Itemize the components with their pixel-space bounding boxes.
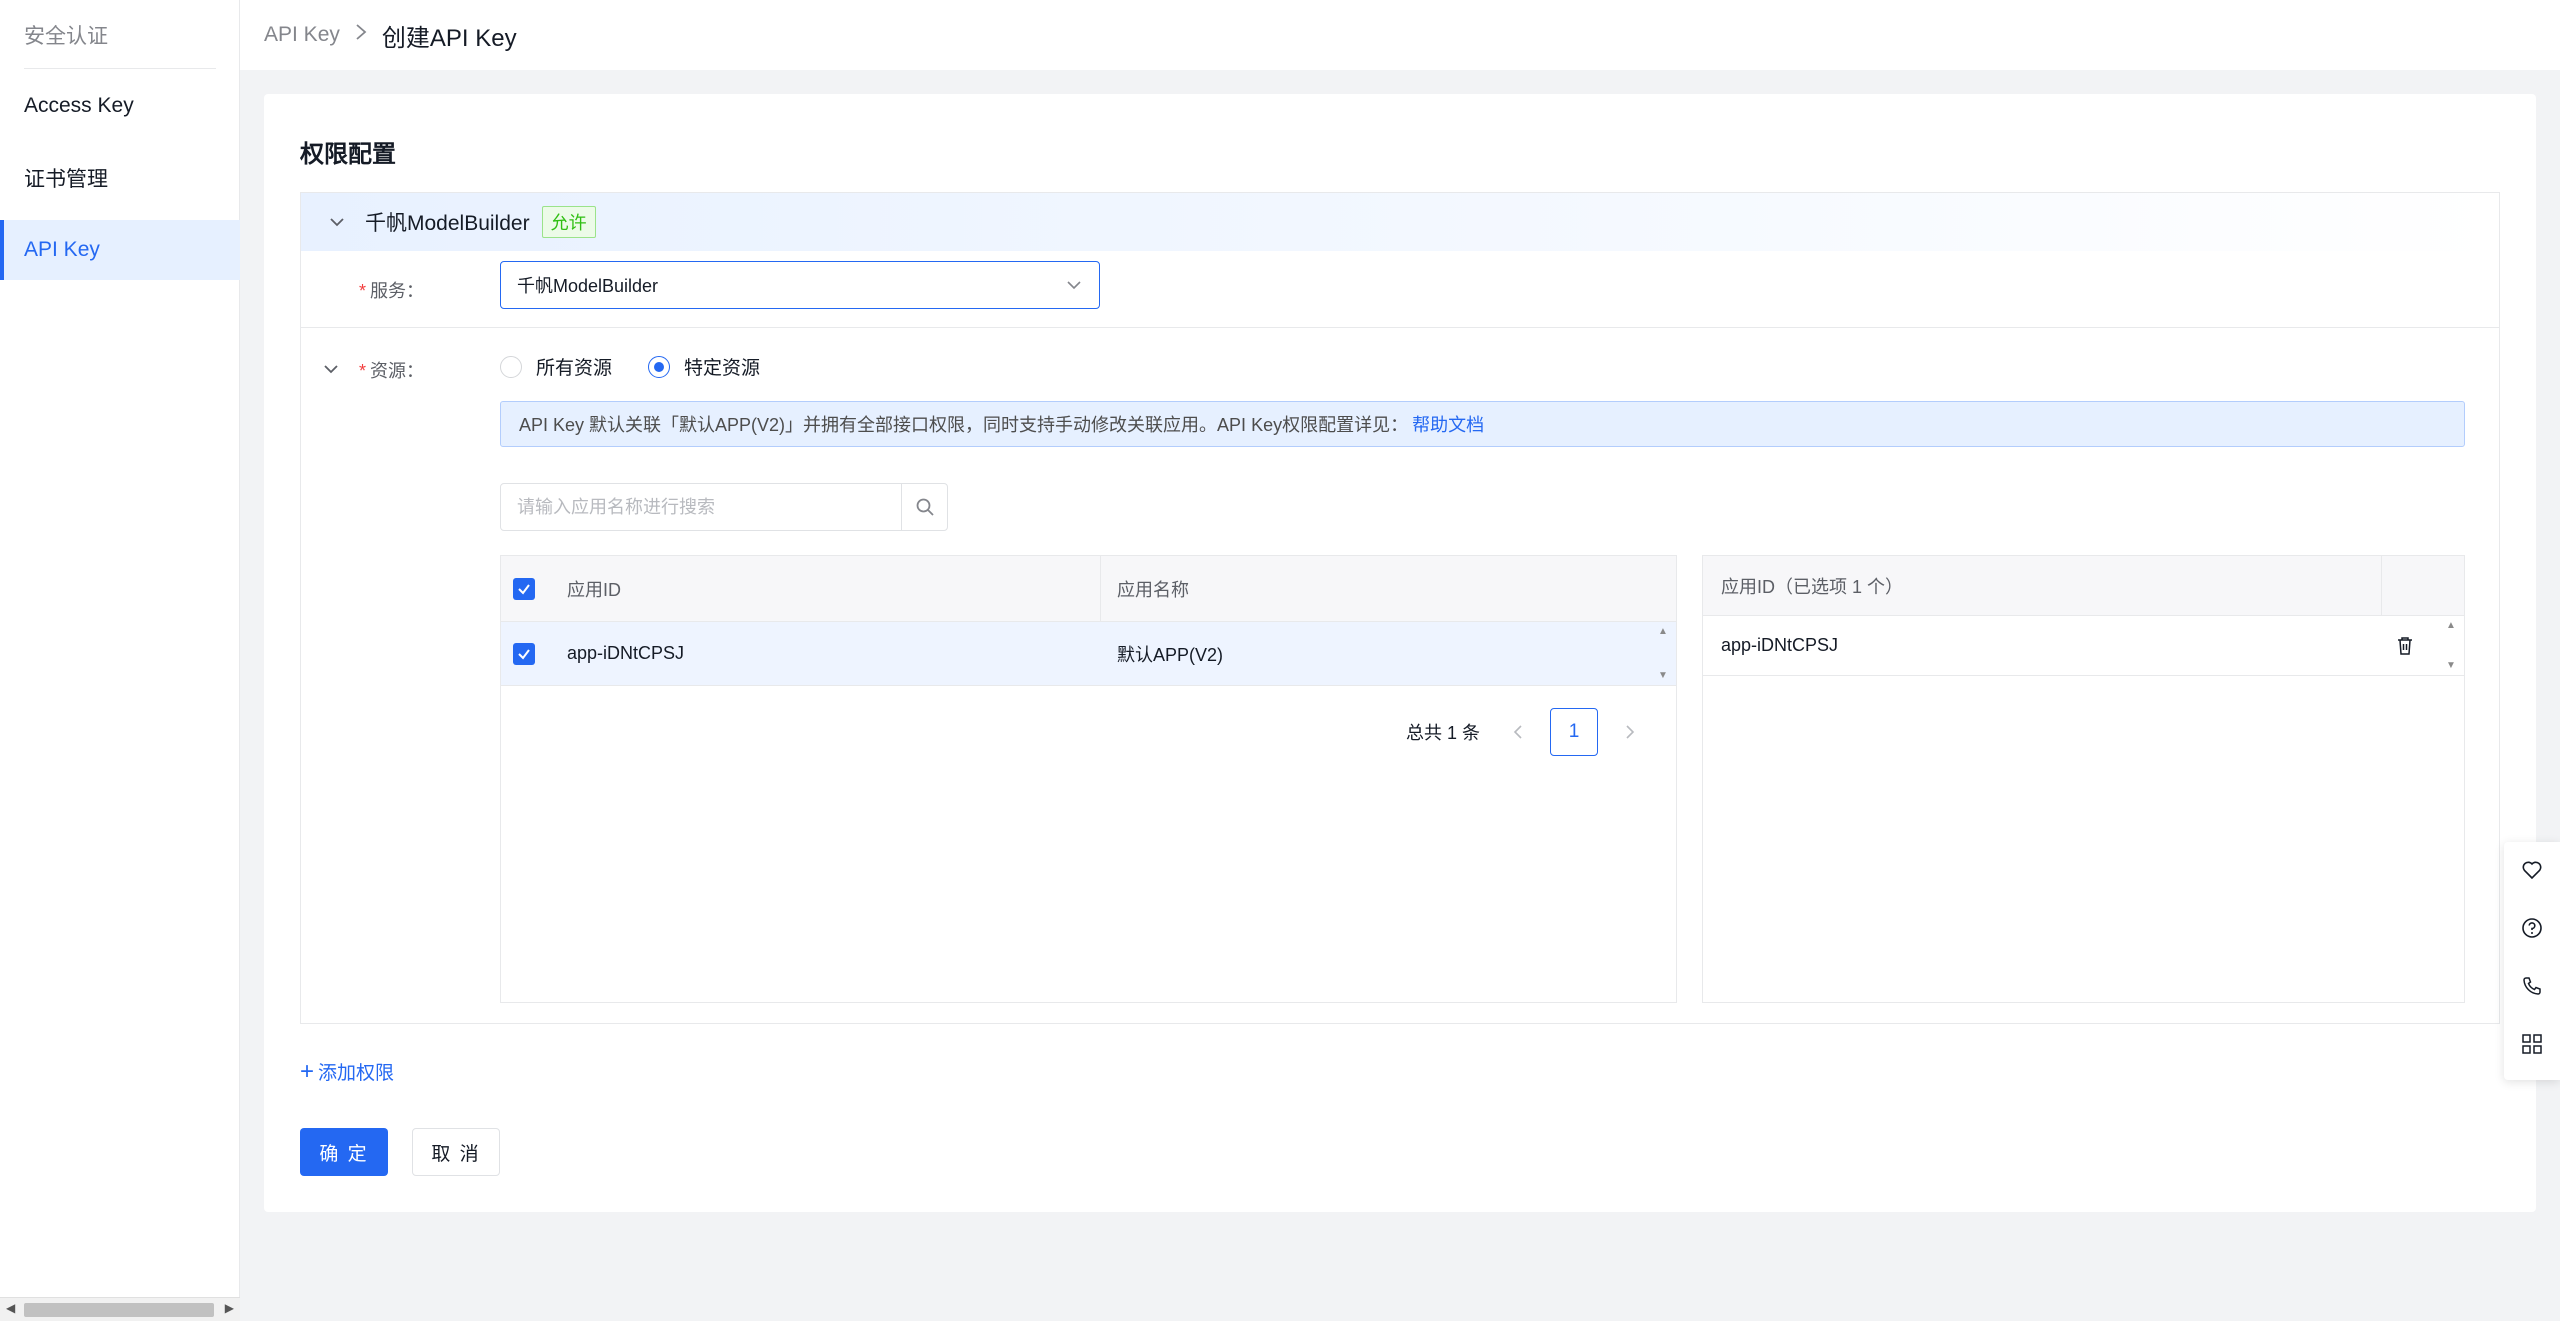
sidebar: 安全认证 Access Key 证书管理 API Key ◀ ▶	[0, 0, 240, 1321]
scroll-up-arrow-icon[interactable]: ▲	[2446, 620, 2460, 631]
row-divider	[301, 327, 2499, 328]
resource-label: * 资源：	[359, 357, 424, 383]
selected-apps-header-text: 应用ID（已选项 1 个）	[1721, 576, 1904, 597]
page-button-current[interactable]: 1	[1550, 708, 1598, 756]
radio-all-resources[interactable]: 所有资源	[500, 353, 612, 380]
sidebar-section-title: 安全认证	[24, 25, 108, 48]
cancel-button[interactable]: 取 消	[412, 1128, 500, 1176]
trash-icon	[2398, 637, 2412, 655]
sidebar-item-certificates[interactable]: 证书管理	[0, 148, 240, 208]
permission-panel: 千帆ModelBuilder 允许 * 服务： 千帆ModelBuilder * 资…	[300, 192, 2500, 1024]
help-doc-link[interactable]: 帮助文档	[1412, 411, 1484, 437]
breadcrumb-parent-link[interactable]: API Key	[264, 23, 340, 47]
permission-config-card: 权限配置 千帆ModelBuilder 允许 * 服务： 千帆ModelBuild…	[264, 94, 2536, 1212]
resource-label-text: 资源：	[370, 361, 425, 381]
prev-page-button[interactable]	[1494, 708, 1542, 756]
required-mark: *	[359, 281, 367, 301]
page-title: 创建API Key	[381, 24, 517, 52]
list-item: app-iDNtCPSJ ▲ ▼	[1703, 616, 2464, 676]
help-question-icon[interactable]	[2520, 916, 2544, 940]
checkbox-checked-icon[interactable]	[513, 577, 535, 600]
scroll-right-arrow-icon[interactable]: ▶	[225, 1301, 234, 1315]
app-table: 应用ID 应用名称 app-iDNtCPSJ 默认APP(V2) ▲ ▼ 总共 …	[500, 555, 1677, 1003]
pagination-total: 总共 1 条	[1405, 723, 1480, 743]
phone-icon[interactable]	[2520, 974, 2544, 998]
breadcrumb: API Key 创建API Key	[240, 0, 2560, 70]
resource-radio-group: 所有资源 特定资源	[500, 353, 796, 380]
row-checkbox[interactable]	[513, 622, 535, 685]
service-label: * 服务：	[359, 277, 424, 303]
chevron-down-icon	[1065, 276, 1083, 299]
selected-app-id: app-iDNtCPSJ	[1721, 635, 1839, 655]
required-mark: *	[359, 361, 367, 381]
permission-header[interactable]: 千帆ModelBuilder 允许	[301, 193, 2499, 251]
table-row[interactable]: app-iDNtCPSJ 默认APP(V2) ▲ ▼	[501, 622, 1676, 686]
collapse-chevron-icon[interactable]	[327, 212, 347, 232]
scrollbar-thumb[interactable]	[24, 1303, 214, 1317]
breadcrumb-separator-icon	[354, 22, 368, 48]
select-all-checkbox[interactable]	[513, 556, 535, 621]
floating-toolbar	[2504, 842, 2560, 1080]
plus-icon: +	[300, 1057, 315, 1085]
radio-label: 所有资源	[536, 358, 613, 379]
favorite-heart-icon[interactable]	[2520, 858, 2544, 882]
add-permission-button[interactable]: + 添加权限	[300, 1058, 394, 1085]
scroll-up-arrow-icon[interactable]: ▲	[1658, 626, 1672, 637]
radio-circle-checked-icon[interactable]	[648, 355, 671, 378]
scroll-down-arrow-icon[interactable]: ▼	[1658, 670, 1672, 681]
section-title: 权限配置	[300, 141, 396, 168]
selected-apps-panel: 应用ID（已选项 1 个） app-iDNtCPSJ ▲ ▼	[1702, 555, 2465, 1003]
pagination: 总共 1 条 1	[1406, 708, 1654, 756]
table-header: 应用ID 应用名称	[501, 556, 1676, 622]
info-notice: API Key 默认关联「默认APP(V2)」并拥有全部接口权限，同时支持手动修…	[500, 401, 2465, 447]
add-permission-label: 添加权限	[318, 1063, 395, 1084]
cell-app-id: app-iDNtCPSJ	[567, 643, 685, 663]
confirm-button[interactable]: 确 定	[300, 1128, 388, 1176]
search-button[interactable]	[901, 484, 947, 530]
search-icon	[916, 498, 934, 516]
column-header-app-id: 应用ID	[567, 579, 621, 600]
scroll-down-arrow-icon[interactable]: ▼	[2446, 660, 2460, 671]
radio-circle-icon[interactable]	[500, 355, 522, 378]
service-select[interactable]: 千帆ModelBuilder	[500, 261, 1100, 309]
scroll-left-arrow-icon[interactable]: ◀	[6, 1301, 15, 1315]
permission-service-name: 千帆ModelBuilder	[365, 212, 530, 235]
sidebar-item-api-key[interactable]: API Key	[0, 220, 240, 280]
cell-app-name: 默认APP(V2)	[1117, 644, 1224, 665]
column-divider	[1100, 556, 1101, 621]
radio-specific-resources[interactable]: 特定资源	[648, 353, 760, 380]
service-label-text: 服务：	[370, 281, 425, 301]
delete-button[interactable]	[2396, 636, 2414, 661]
app-search	[500, 483, 948, 531]
status-badge: 允许	[541, 206, 596, 238]
resource-collapse-chevron-icon[interactable]	[321, 359, 341, 379]
sidebar-item-access-key[interactable]: Access Key	[0, 76, 240, 136]
app-search-input[interactable]	[501, 484, 901, 530]
sidebar-divider	[24, 68, 216, 69]
apps-grid-icon[interactable]	[2520, 1032, 2544, 1056]
radio-label: 特定资源	[684, 358, 761, 379]
selected-apps-header: 应用ID（已选项 1 个）	[1703, 556, 2464, 616]
sidebar-horizontal-scrollbar[interactable]: ◀ ▶	[0, 1297, 240, 1321]
checkbox-checked-icon[interactable]	[513, 642, 535, 665]
column-divider	[2381, 556, 2382, 615]
column-header-app-name: 应用名称	[1117, 579, 1189, 600]
notice-text: API Key 默认关联「默认APP(V2)」并拥有全部接口权限，同时支持手动修…	[519, 415, 1409, 435]
next-page-button[interactable]	[1606, 708, 1654, 756]
chevron-left-icon	[1513, 725, 1522, 739]
chevron-right-icon	[1626, 725, 1635, 739]
service-select-value: 千帆ModelBuilder	[517, 276, 659, 296]
